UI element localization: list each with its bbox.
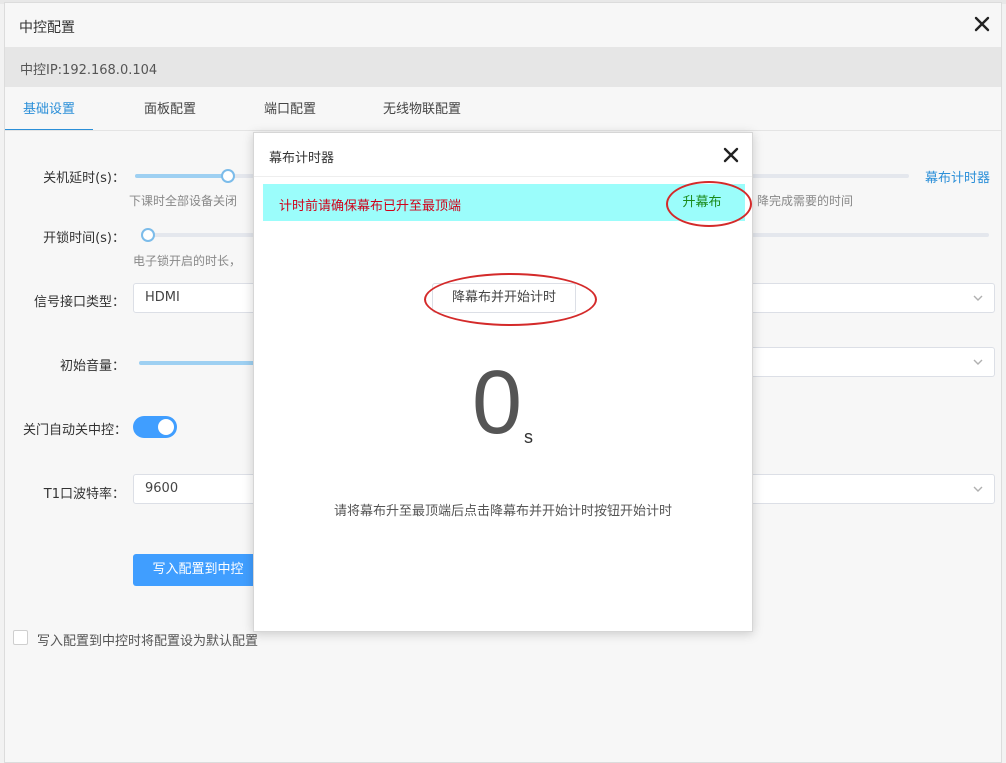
signal-type-label: 信号接口类型： [33,295,125,310]
window-title: 中控配置 [19,20,75,36]
t1-baud-label: T1口波特率： [43,487,125,502]
tab-basic-settings[interactable]: 基础设置 [5,95,93,131]
toggle-knob [158,419,174,435]
screen-timer-dialog: 幕布计时器 计时前请确保幕布已升至最顶端 升幕布 降幕布并开始计时 0 s 请将… [253,132,753,632]
initial-volume-label: 初始音量： [59,359,125,374]
door-auto-off-label: 关门自动关中控： [22,423,127,438]
instruction-text: 请将幕布升至最顶端后点击降幕布并开始计时按钮开始计时 [333,504,672,519]
tab-panel-config[interactable]: 面板配置 [139,95,201,131]
initial-volume-slider[interactable] [139,361,257,365]
tab-wireless-iot-config[interactable]: 无线物联配置 [377,95,467,131]
dialog-title: 幕布计时器 [269,151,335,166]
tab-bar: 基础设置 面板配置 端口配置 无线物联配置 [5,95,1001,131]
shutdown-delay-slider-handle[interactable] [221,169,235,183]
tab-divider [5,130,1001,131]
dialog-header: 幕布计时器 [254,133,752,177]
shutdown-delay-label: 关机延时(s)： [43,171,125,186]
tab-port-config[interactable]: 端口配置 [259,95,321,131]
annotation-circle-raise [666,181,752,227]
t1-baud-value: 9600 [145,481,179,496]
initial-volume-select[interactable] [753,347,995,377]
shutdown-delay-hint: 下课时全部设备关闭 [129,194,238,208]
default-config-checkbox-label: 写入配置到中控时将配置设为默认配置 [37,634,259,649]
timer-unit: s [524,427,533,447]
warning-text: 计时前请确保幕布已升至最顶端 [279,199,462,214]
screen-timer-hint: 降完成需要的时间 [757,194,854,208]
shutdown-delay-slider-fill [135,174,228,178]
initial-volume-slider-fill [139,361,257,365]
default-config-checkbox[interactable] [13,630,28,645]
door-auto-off-toggle[interactable] [133,416,177,438]
unlock-time-slider-handle[interactable] [141,228,155,242]
unlock-time-label: 开锁时间(s)： [43,231,125,246]
chevron-down-icon [973,486,983,492]
controller-ip: 中控IP:192.168.0.104 [20,63,158,78]
chevron-down-icon [973,359,983,365]
signal-type-value: HDMI [145,290,180,305]
chevron-down-icon [973,295,983,301]
close-icon[interactable] [973,15,991,33]
unlock-time-hint: 电子锁开启的时长， [133,254,242,268]
annotation-circle-lower [424,273,597,326]
write-config-button[interactable]: 写入配置到中控 [133,554,263,586]
close-icon[interactable] [722,146,740,164]
ip-bar: 中控IP:192.168.0.104 [5,47,1001,87]
screen-timer-link[interactable]: 幕布计时器 [925,167,990,186]
timer-value: 0 [472,353,523,453]
window-titlebar: 中控配置 [5,3,1001,47]
